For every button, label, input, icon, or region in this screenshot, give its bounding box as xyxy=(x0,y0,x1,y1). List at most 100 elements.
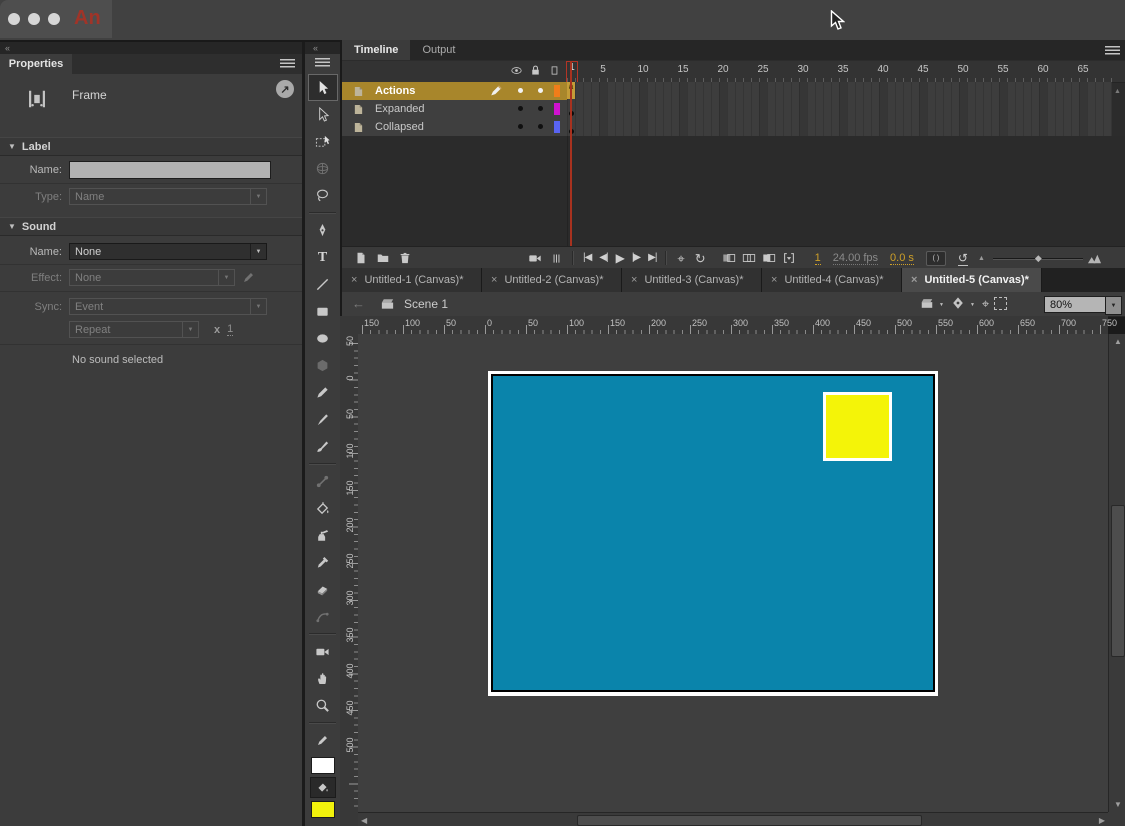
lasso-tool[interactable] xyxy=(309,182,337,209)
close-icon[interactable]: × xyxy=(491,274,497,286)
layer-visibility-dot[interactable] xyxy=(518,88,523,93)
eraser-tool[interactable] xyxy=(309,576,337,603)
scroll-down-icon[interactable]: ▼ xyxy=(1114,800,1122,809)
zoom-level-select[interactable]: 80% xyxy=(1044,296,1111,313)
layer-lock-dot[interactable] xyxy=(538,88,543,93)
close-icon[interactable]: × xyxy=(911,274,917,286)
timeline-frame-ruler[interactable]: 15101520253035404550556065 xyxy=(567,61,1112,82)
paint-bucket-tool[interactable] xyxy=(309,495,337,522)
panel-menu-icon[interactable] xyxy=(280,59,295,68)
timeline-zoom-slider[interactable]: ◆ xyxy=(993,251,1083,265)
horizontal-scrollbar[interactable]: ◀ ▶ xyxy=(358,812,1108,826)
tab-properties[interactable]: Properties xyxy=(0,54,72,74)
stroke-color-icon[interactable] xyxy=(309,727,337,754)
current-frame-marker[interactable]: 1 xyxy=(566,61,578,83)
reset-timeline-icon[interactable]: ↺ xyxy=(958,251,968,266)
polystar-tool[interactable] xyxy=(309,352,337,379)
chevron-down-icon[interactable]: ▼ xyxy=(970,302,975,308)
window-close-button[interactable] xyxy=(8,13,20,25)
document-tab[interactable]: ×Untitled-1 (Canvas)* xyxy=(342,268,482,292)
step-forward-button[interactable]: |▶ xyxy=(628,253,644,263)
frame-size-icon[interactable] xyxy=(1087,251,1102,266)
scroll-right-icon[interactable]: ▶ xyxy=(1099,816,1105,825)
sound-section-header[interactable]: ▼ Sound xyxy=(0,217,302,236)
window-zoom-button[interactable] xyxy=(48,13,60,25)
lock-icon[interactable] xyxy=(529,64,542,77)
onion-outline-icon[interactable] xyxy=(742,251,756,265)
asset-warp-tool[interactable] xyxy=(309,603,337,630)
label-name-input[interactable] xyxy=(69,161,271,179)
panel-menu-icon[interactable] xyxy=(315,58,330,67)
rectangle-tool[interactable] xyxy=(309,298,337,325)
vertical-scrollbar[interactable]: ▲ ▼ xyxy=(1108,334,1125,812)
layer-visibility-dot[interactable] xyxy=(518,106,523,111)
document-tab[interactable]: ×Untitled-5 (Canvas)* xyxy=(902,268,1042,292)
outline-icon[interactable] xyxy=(548,64,561,77)
loop-range-button[interactable]: ( ) xyxy=(926,251,946,266)
collapse-triangle-icon[interactable]: ▲ xyxy=(978,255,985,262)
layer-lock-dot[interactable] xyxy=(538,106,543,111)
scroll-left-icon[interactable]: ◀ xyxy=(361,816,367,825)
edit-symbols-icon[interactable] xyxy=(951,296,965,310)
document-tab[interactable]: ×Untitled-3 (Canvas)* xyxy=(622,268,762,292)
document-tab[interactable]: ×Untitled-2 (Canvas)* xyxy=(482,268,622,292)
stage[interactable] xyxy=(488,371,938,696)
playhead[interactable] xyxy=(570,61,572,246)
edit-multiple-frames-icon[interactable] xyxy=(762,251,776,265)
current-frame-value[interactable]: 1 xyxy=(815,252,821,265)
vertical-scroll-thumb[interactable] xyxy=(1111,505,1125,657)
ink-bottle-tool[interactable] xyxy=(309,522,337,549)
clip-content-icon[interactable] xyxy=(994,297,1007,310)
scroll-up-icon[interactable]: ▲ xyxy=(1114,337,1122,346)
layer-outline-swatch[interactable] xyxy=(554,121,560,133)
line-tool[interactable] xyxy=(309,271,337,298)
layer-outline-swatch[interactable] xyxy=(554,103,560,115)
sound-name-select[interactable]: None ▼ xyxy=(69,243,267,260)
step-back-button[interactable]: ◀| xyxy=(595,253,611,263)
marker-range-icon[interactable] xyxy=(550,252,563,265)
clapperboard-icon[interactable] xyxy=(920,296,934,310)
canvas-viewport[interactable] xyxy=(358,334,1108,812)
panel-menu-icon[interactable] xyxy=(1105,46,1120,55)
layer-frame-strip[interactable] xyxy=(567,100,1112,119)
layer-lock-dot[interactable] xyxy=(538,124,543,129)
eyedropper-tool[interactable] xyxy=(309,549,337,576)
zoom-dropdown-arrow[interactable]: ▼ xyxy=(1105,296,1122,315)
bone-tool[interactable] xyxy=(309,468,337,495)
layer-name-cell[interactable]: Collapsed xyxy=(342,118,567,137)
layer-name-cell[interactable]: Actions xyxy=(342,82,567,101)
layer-outline-swatch[interactable] xyxy=(554,85,560,97)
delete-icon[interactable] xyxy=(398,251,412,265)
pin-panel-button[interactable]: ↗ xyxy=(276,80,294,98)
close-icon[interactable]: × xyxy=(351,274,357,286)
close-icon[interactable]: × xyxy=(771,274,777,286)
yellow-square-shape[interactable] xyxy=(823,392,892,461)
hand-tool[interactable] xyxy=(309,665,337,692)
text-tool[interactable]: T xyxy=(309,244,337,271)
layer-frame-strip[interactable] xyxy=(567,118,1112,137)
oval-tool[interactable] xyxy=(309,325,337,352)
scene-name[interactable]: Scene 1 xyxy=(404,297,448,311)
chevron-down-icon[interactable]: ▼ xyxy=(939,302,944,308)
modify-markers-icon[interactable] xyxy=(782,251,796,265)
zoom-tool[interactable] xyxy=(309,692,337,719)
label-section-header[interactable]: ▼ Label xyxy=(0,137,302,156)
last-frame-button[interactable]: ▶| xyxy=(644,253,660,263)
camera-icon[interactable] xyxy=(528,251,542,265)
repeat-count-value[interactable]: 1 xyxy=(227,323,233,336)
brush-tool[interactable] xyxy=(309,406,337,433)
document-tab[interactable]: ×Untitled-4 (Canvas)* xyxy=(762,268,902,292)
fps-value[interactable]: 24.00 fps xyxy=(833,252,878,265)
pencil-tool[interactable] xyxy=(309,379,337,406)
window-minimize-button[interactable] xyxy=(28,13,40,25)
loop-icon[interactable]: ↻ xyxy=(695,252,706,265)
slider-thumb[interactable]: ◆ xyxy=(1035,253,1042,264)
fill-color-icon[interactable] xyxy=(310,777,336,798)
center-stage-icon[interactable]: ⌖ xyxy=(982,297,989,310)
new-layer-icon[interactable] xyxy=(354,251,368,265)
center-frame-icon[interactable]: ⌖ xyxy=(677,252,684,265)
selection-tool[interactable] xyxy=(309,75,337,100)
eye-icon[interactable] xyxy=(510,64,523,77)
elapsed-time-value[interactable]: 0.0 s xyxy=(890,252,914,265)
new-folder-icon[interactable] xyxy=(376,251,390,265)
